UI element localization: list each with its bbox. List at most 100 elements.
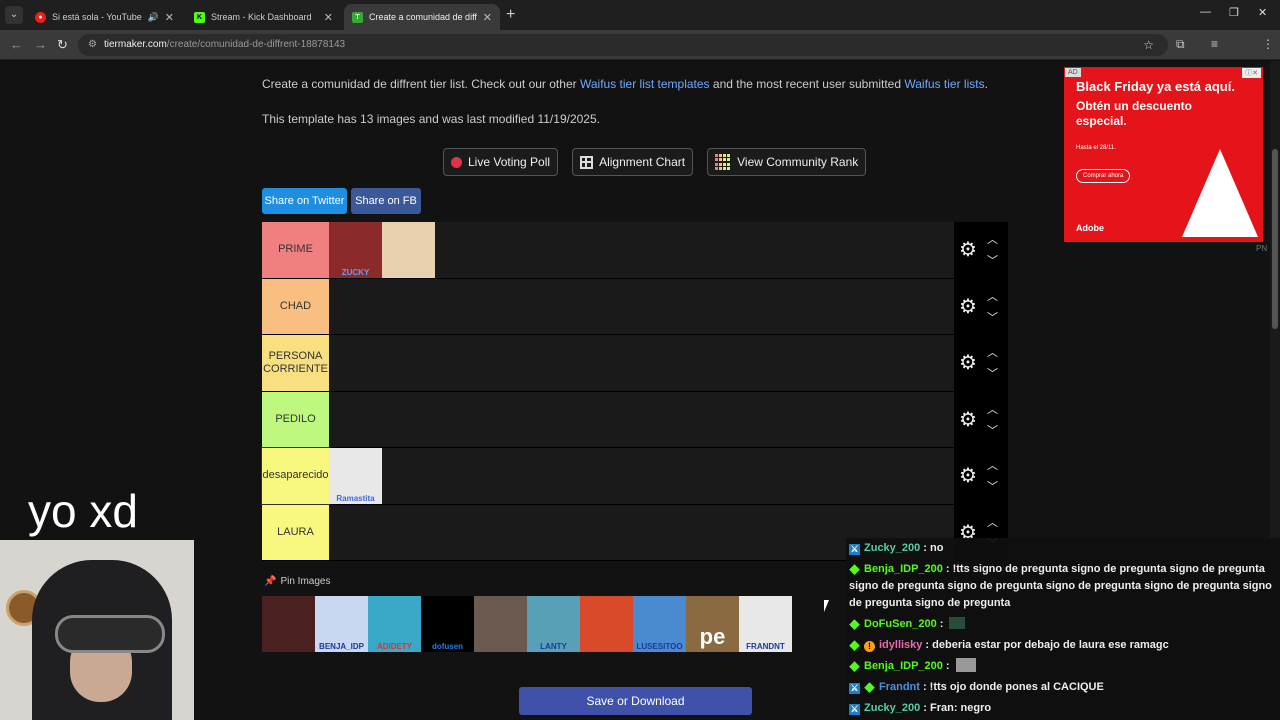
- bookmark-star-icon[interactable]: ☆: [1143, 34, 1154, 56]
- ad-close-icon[interactable]: ⓘ✕: [1242, 68, 1261, 78]
- tab-tiermaker[interactable]: T Create a comunidad de diffrent ✕: [344, 4, 500, 30]
- chat-username[interactable]: Frandnt: [879, 681, 920, 693]
- menu-icon[interactable]: ⋮: [1262, 37, 1274, 51]
- advertisement[interactable]: AD ⓘ✕ Black Friday ya está aquí. Obtén u…: [1064, 67, 1263, 242]
- tab-label: Create a comunidad de diffrent: [369, 12, 477, 22]
- pinned-image[interactable]: BENJA_IDP: [315, 596, 368, 652]
- unranked-images: BENJA_IDP ADIDETY dofusen LANTY LUSESITOO pe F…: [262, 596, 792, 652]
- tier-drop-zone[interactable]: Ramastita: [329, 448, 954, 504]
- pinned-image[interactable]: FRANDNT: [739, 596, 792, 652]
- tier-image[interactable]: ZUCKY: [329, 222, 382, 278]
- chat-username[interactable]: Zucky_200: [864, 542, 920, 554]
- chat-text: : deberia estar por debajo de laura ese …: [925, 639, 1169, 651]
- live-voting-button[interactable]: Live Voting Poll: [443, 148, 559, 176]
- chevron-up-icon[interactable]: ︿: [987, 231, 998, 247]
- action-buttons: Live Voting Poll Alignment Chart View Co…: [443, 148, 867, 176]
- pinned-image[interactable]: pe: [686, 596, 739, 652]
- chat-overlay: ⚔ Zucky_200: no ◆ Benja_IDP_200: !tts signo…: [846, 538, 1280, 720]
- tier-drop-zone[interactable]: [329, 392, 954, 448]
- tier-controls: ⚙ ︿ ﹀: [954, 222, 1008, 278]
- address-bar: ← → ↻ ⚙ tiermaker.com/create/comunidad-d…: [0, 30, 1280, 81]
- tab-youtube-music[interactable]: ● Si está sola - YouTube Music 🔊 ✕: [27, 4, 182, 30]
- gem-badge-icon: ◆: [849, 561, 860, 576]
- speaker-icon[interactable]: 🔊: [148, 12, 159, 23]
- pinned-image[interactable]: ADIDETY: [368, 596, 421, 652]
- tier-label[interactable]: PERSONA CORRIENTE: [262, 335, 329, 391]
- tier-row: desaparecido Ramastita ⚙ ︿ ﹀: [261, 447, 1008, 505]
- close-tab-icon[interactable]: ✕: [324, 11, 333, 24]
- gear-icon[interactable]: ⚙: [959, 410, 977, 430]
- share-fb-button[interactable]: Share on FB: [351, 188, 421, 214]
- pinned-image[interactable]: [580, 596, 633, 652]
- image-caption: LUSESITOO: [636, 642, 683, 651]
- url-field[interactable]: ⚙ tiermaker.com/create/comunidad-de-diff…: [78, 34, 1168, 56]
- gear-icon[interactable]: ⚙: [959, 353, 977, 373]
- tier-drop-zone[interactable]: ZUCKY: [329, 222, 954, 278]
- gear-icon[interactable]: ⚙: [959, 240, 977, 260]
- alignment-chart-button[interactable]: Alignment Chart: [572, 148, 694, 176]
- button-label: Alignment Chart: [599, 155, 686, 169]
- url-path: /create/comunidad-de-diffrent-18878143: [166, 39, 346, 50]
- share-twitter-button[interactable]: Share on Twitter: [262, 188, 347, 214]
- community-rank-button[interactable]: View Community Rank: [707, 148, 867, 176]
- chevron-down-icon[interactable]: ﹀: [987, 422, 998, 438]
- tab-search-button[interactable]: ⌄: [5, 6, 23, 24]
- tiermaker-icon: T: [352, 11, 363, 23]
- new-tab-button[interactable]: +: [506, 6, 515, 24]
- tier-image[interactable]: [382, 222, 435, 278]
- chat-text: : !tts ojo donde pones al CACIQUE: [922, 681, 1104, 693]
- adobe-logo-icon: [1182, 149, 1258, 237]
- chevron-up-icon[interactable]: ︿: [987, 514, 998, 530]
- tier-label[interactable]: CHAD: [262, 278, 329, 334]
- pin-images-toggle[interactable]: 📌 Pin Images: [264, 576, 330, 587]
- chevron-down-icon[interactable]: ﹀: [987, 309, 998, 325]
- pinned-image[interactable]: [474, 596, 527, 652]
- close-tab-icon[interactable]: ✕: [165, 11, 174, 24]
- pinned-image[interactable]: [262, 596, 315, 652]
- tab-label: Stream - Kick Dashboard: [211, 12, 312, 22]
- maximize-button[interactable]: ❐: [1229, 6, 1239, 19]
- chat-username[interactable]: Benja_IDP_200: [864, 660, 943, 672]
- chevron-down-icon[interactable]: ﹀: [987, 478, 998, 494]
- tier-label[interactable]: PEDILO: [262, 391, 329, 447]
- button-label: Live Voting Poll: [468, 155, 551, 169]
- tier-label[interactable]: PRIME: [262, 222, 329, 278]
- chat-username[interactable]: DoFuSen_200: [864, 618, 937, 630]
- gear-icon[interactable]: ⚙: [959, 297, 977, 317]
- chat-message: ⚔ Zucky_200: no: [849, 540, 1277, 557]
- back-icon[interactable]: ←: [10, 37, 23, 52]
- ad-cta-button[interactable]: Comprar ahora: [1076, 169, 1131, 183]
- tier-drop-zone[interactable]: [329, 279, 954, 335]
- pinned-image[interactable]: dofusen: [421, 596, 474, 652]
- waifus-tier-lists-link[interactable]: Waifus tier lists: [904, 77, 984, 91]
- chevron-up-icon[interactable]: ︿: [987, 344, 998, 360]
- chat-text: :: [939, 618, 944, 630]
- gear-icon[interactable]: ⚙: [959, 466, 977, 486]
- waifus-templates-link[interactable]: Waifus tier list templates: [580, 77, 710, 91]
- forward-icon[interactable]: →: [34, 37, 47, 52]
- save-download-button[interactable]: Save or Download: [519, 687, 752, 715]
- chat-username[interactable]: idyllisky: [879, 639, 922, 651]
- reload-icon[interactable]: ↻: [57, 37, 68, 53]
- chevron-down-icon[interactable]: ﹀: [987, 365, 998, 381]
- extensions-icon[interactable]: ⧉: [1176, 37, 1185, 52]
- tab-kick-dashboard[interactable]: K Stream - Kick Dashboard ✕: [186, 4, 341, 30]
- tier-drop-zone[interactable]: [329, 335, 954, 391]
- chevron-up-icon[interactable]: ︿: [987, 288, 998, 304]
- chat-username[interactable]: Zucky_200: [864, 702, 920, 714]
- pinned-image[interactable]: LUSESITOO: [633, 596, 686, 652]
- minimize-button[interactable]: —: [1200, 6, 1211, 18]
- chevron-down-icon[interactable]: ﹀: [987, 252, 998, 268]
- chevron-up-icon[interactable]: ︿: [987, 401, 998, 417]
- site-info-icon[interactable]: ⚙: [88, 34, 97, 56]
- tier-image[interactable]: Ramastita: [329, 448, 382, 504]
- pinned-image[interactable]: LANTY: [527, 596, 580, 652]
- chat-username[interactable]: Benja_IDP_200: [864, 563, 943, 575]
- tier-label[interactable]: LAURA: [262, 504, 329, 560]
- chevron-up-icon[interactable]: ︿: [987, 457, 998, 473]
- close-tab-icon[interactable]: ✕: [483, 11, 492, 24]
- media-controls-icon[interactable]: ≡: [1211, 37, 1218, 51]
- scrollbar-thumb[interactable]: [1272, 149, 1278, 329]
- tier-label[interactable]: desaparecido: [261, 447, 330, 505]
- close-window-button[interactable]: ✕: [1258, 6, 1267, 19]
